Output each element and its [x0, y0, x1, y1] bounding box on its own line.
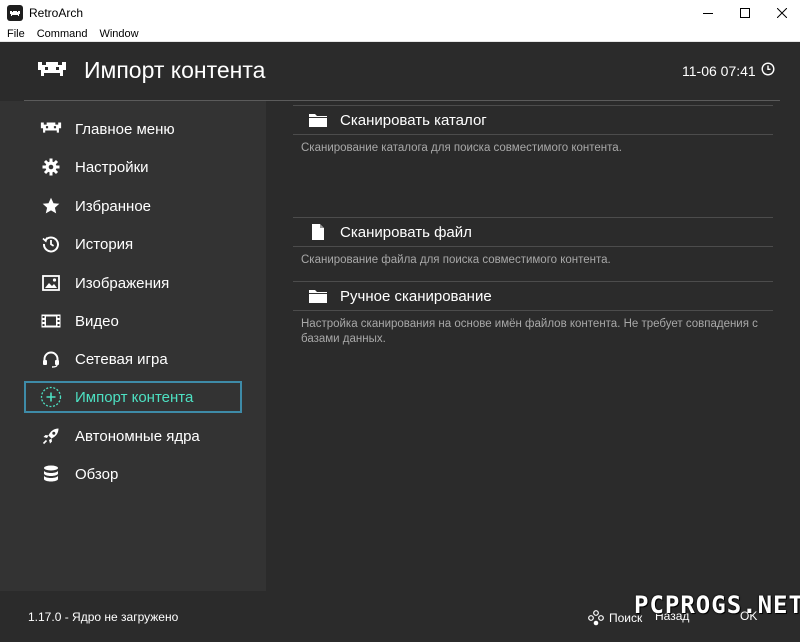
sidebar: Главное меню Настройки Избранное История… — [0, 101, 266, 591]
history-icon — [37, 233, 65, 255]
database-icon — [37, 463, 65, 485]
sidebar-item-import-content[interactable]: Импорт контента — [24, 381, 242, 413]
sidebar-item-label: Обзор — [75, 465, 119, 483]
list-item-label: Сканировать файл — [340, 223, 472, 241]
list-item-description: Настройка сканирования на основе имён фа… — [301, 318, 758, 345]
sidebar-item-standalone-cores[interactable]: Автономные ядра — [24, 420, 242, 452]
gear-icon — [37, 156, 65, 178]
sidebar-item-images[interactable]: Изображения — [24, 267, 242, 299]
close-button[interactable] — [763, 0, 800, 26]
menu-file[interactable]: File — [0, 28, 31, 40]
retroarch-app: Импорт контента 11-06 07:41 Главное меню… — [0, 42, 800, 642]
sidebar-item-label: Главное меню — [75, 120, 175, 138]
sidebar-item-settings[interactable]: Настройки — [24, 151, 242, 183]
sidebar-item-label: Импорт контента — [75, 388, 194, 406]
sidebar-item-history[interactable]: История — [24, 228, 242, 260]
sidebar-item-explore[interactable]: Обзор — [24, 458, 242, 490]
retroarch-logo-icon — [34, 60, 70, 87]
sidebar-item-label: История — [75, 235, 134, 253]
list-item-scan-directory[interactable]: Сканировать каталог Сканирование каталог… — [293, 105, 773, 156]
header: Импорт контента 11-06 07:41 — [0, 42, 800, 100]
window-titlebar: RetroArch — [0, 0, 800, 26]
rocket-icon — [37, 425, 65, 447]
sidebar-item-label: Изображения — [75, 274, 170, 292]
list-item-label: Сканировать каталог — [340, 111, 487, 129]
sidebar-item-main-menu[interactable]: Главное меню — [24, 113, 242, 145]
clock: 11-06 07:41 — [682, 63, 756, 79]
sidebar-item-favorites[interactable]: Избранное — [24, 190, 242, 222]
minimize-icon — [702, 13, 713, 14]
film-icon — [37, 310, 65, 332]
plus-icon — [37, 386, 65, 408]
list-item-description: Сканирование каталога для поиска совмест… — [301, 142, 622, 154]
sidebar-item-video[interactable]: Видео — [24, 305, 242, 337]
list-item-description: Сканирование файла для поиска совместимо… — [301, 254, 611, 266]
folder-icon — [305, 109, 331, 131]
maximize-icon — [739, 8, 750, 18]
window-title: RetroArch — [29, 6, 84, 20]
retroarch-app-icon — [7, 5, 23, 21]
sidebar-item-label: Настройки — [75, 158, 149, 176]
sidebar-item-netplay[interactable]: Сетевая игра — [24, 343, 242, 375]
gamepad-buttons-icon — [588, 610, 604, 626]
list-item-scan-file[interactable]: Сканировать файл Сканирование файла для … — [293, 217, 773, 268]
list-item-label: Ручное сканирование — [340, 287, 492, 305]
sidebar-item-label: Сетевая игра — [75, 350, 168, 368]
close-icon — [776, 8, 787, 18]
status-text: 1.17.0 - Ядро не загружено — [28, 610, 179, 624]
list-item-manual-scan[interactable]: Ручное сканирование Настройка сканирован… — [293, 281, 773, 347]
menu-window[interactable]: Window — [93, 28, 144, 40]
menu-bar: File Command Window — [0, 26, 800, 42]
star-icon — [37, 195, 65, 217]
maximize-button[interactable] — [726, 0, 763, 26]
folder-icon — [305, 285, 331, 307]
image-icon — [37, 272, 65, 294]
file-icon — [305, 221, 331, 243]
content-list: Сканировать каталог Сканирование каталог… — [266, 101, 800, 591]
menu-command[interactable]: Command — [31, 28, 94, 40]
watermark: PCPROGS.NET — [634, 591, 800, 619]
headset-icon — [37, 348, 65, 370]
page-title: Импорт контента — [84, 57, 266, 83]
sidebar-item-label: Автономные ядра — [75, 427, 200, 445]
invader-icon — [37, 118, 65, 140]
minimize-button[interactable] — [689, 0, 726, 26]
clock-icon — [761, 62, 775, 81]
sidebar-item-label: Избранное — [75, 197, 152, 215]
sidebar-item-label: Видео — [75, 312, 119, 330]
